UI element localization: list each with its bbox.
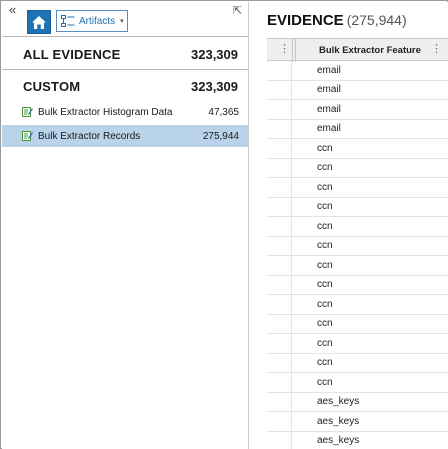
custom-label: CUSTOM — [23, 78, 81, 94]
feature-cell: aes_keys — [317, 415, 360, 427]
table-row[interactable]: ccn — [267, 158, 448, 178]
row-divider — [291, 178, 292, 197]
row-divider — [291, 431, 292, 449]
feature-cell: email — [317, 103, 341, 115]
row-divider — [291, 373, 292, 392]
table-row[interactable]: email — [267, 61, 448, 81]
table-row[interactable]: ccn — [267, 334, 448, 354]
row-divider — [291, 158, 292, 177]
custom-category-row[interactable]: CUSTOM 323,309 — [2, 71, 248, 101]
column-divider — [292, 39, 293, 62]
feature-cell: email — [317, 64, 341, 76]
table-row[interactable]: ccn — [267, 373, 448, 393]
feature-cell: ccn — [317, 181, 333, 193]
table-row[interactable]: ccn — [267, 275, 448, 295]
table-row[interactable]: email — [267, 80, 448, 100]
tree-item-bulk-extractor-records[interactable]: Bulk Extractor Records 275,944 — [2, 125, 248, 147]
artifacts-view-dropdown[interactable]: Artifacts ▾ — [56, 10, 128, 32]
tree-view-icon — [61, 14, 75, 27]
column-menu-icon[interactable]: ⋮ — [431, 43, 442, 55]
table-row[interactable]: aes_keys — [267, 412, 448, 432]
all-evidence-row[interactable]: ALL EVIDENCE 323,309 — [2, 39, 248, 69]
feature-cell: ccn — [317, 142, 333, 154]
row-divider — [291, 314, 292, 333]
pin-icon[interactable]: ⇱ — [233, 4, 242, 17]
feature-cell: email — [317, 84, 341, 96]
row-divider — [291, 275, 292, 294]
tree-item-label: Bulk Extractor Histogram Data — [38, 106, 173, 118]
table-row[interactable]: ccn — [267, 314, 448, 334]
feature-cell: ccn — [317, 298, 333, 310]
column-header-bulk-extractor-feature[interactable]: Bulk Extractor Feature — [319, 45, 421, 56]
all-evidence-count: 323,309 — [191, 46, 238, 62]
evidence-title: EVIDENCE — [267, 12, 344, 29]
feature-cell: ccn — [317, 220, 333, 232]
tree-item-histogram-data[interactable]: Bulk Extractor Histogram Data 47,365 — [2, 101, 248, 123]
column-divider — [295, 39, 296, 62]
row-divider — [291, 353, 292, 372]
feature-cell: ccn — [317, 337, 333, 349]
divider — [2, 36, 248, 37]
evidence-header: EVIDENCE (275,944) — [267, 12, 407, 30]
tree-item-count: 47,365 — [208, 106, 239, 118]
table-row[interactable]: ccn — [267, 178, 448, 198]
edit-note-icon — [22, 107, 33, 117]
artifact-tree-panel: « Artifacts ▾ ⇱ ALL EVIDENCE 323,309 CUS… — [2, 2, 248, 449]
table-row[interactable]: aes_keys — [267, 392, 448, 412]
feature-cell: ccn — [317, 357, 333, 369]
row-divider — [291, 61, 292, 80]
row-divider — [291, 334, 292, 353]
table-row[interactable]: ccn — [267, 217, 448, 237]
home-icon — [32, 15, 46, 29]
feature-cell: ccn — [317, 162, 333, 174]
feature-cell: aes_keys — [317, 435, 360, 447]
feature-cell: ccn — [317, 376, 333, 388]
home-button[interactable] — [27, 10, 51, 34]
row-divider — [291, 139, 292, 158]
table-row[interactable]: ccn — [267, 197, 448, 217]
feature-cell: ccn — [317, 318, 333, 330]
collapse-panel-icon[interactable]: « — [9, 3, 16, 16]
row-divider — [291, 295, 292, 314]
table-row[interactable]: aes_keys — [267, 431, 448, 449]
row-divider — [291, 256, 292, 275]
tree-item-count: 275,944 — [202, 130, 239, 142]
row-divider — [291, 197, 292, 216]
feature-cell: ccn — [317, 240, 333, 252]
row-menu-icon[interactable]: ⋮ — [279, 43, 290, 55]
row-divider — [291, 412, 292, 431]
table-row[interactable]: ccn — [267, 236, 448, 256]
table-row[interactable]: email — [267, 100, 448, 120]
divider — [2, 69, 248, 70]
tree-item-label: Bulk Extractor Records — [38, 130, 141, 142]
custom-count: 323,309 — [191, 78, 238, 94]
app-window: « Artifacts ▾ ⇱ ALL EVIDENCE 323,309 CUS… — [0, 0, 448, 449]
row-divider — [291, 100, 292, 119]
feature-cell: ccn — [317, 259, 333, 271]
row-divider — [291, 236, 292, 255]
table-row[interactable]: email — [267, 119, 448, 139]
row-divider — [291, 80, 292, 99]
row-divider — [291, 217, 292, 236]
table-row[interactable]: ccn — [267, 353, 448, 373]
feature-cell: email — [317, 123, 341, 135]
evidence-panel: EVIDENCE (275,944) ⋮ Bulk Extractor Featu… — [248, 2, 448, 449]
feature-cell: ccn — [317, 279, 333, 291]
artifacts-label: Artifacts — [79, 15, 116, 27]
edit-note-icon — [22, 131, 33, 141]
feature-cell: ccn — [317, 201, 333, 213]
all-evidence-label: ALL EVIDENCE — [23, 46, 121, 62]
table-row[interactable]: ccn — [267, 295, 448, 315]
row-divider — [291, 392, 292, 411]
feature-cell: aes_keys — [317, 396, 360, 408]
row-divider — [291, 119, 292, 138]
evidence-grid: email email email email ccn ccn ccn ccn ccn ccn cc… — [267, 61, 448, 449]
grid-header: ⋮ Bulk Extractor Feature ⋮ — [267, 38, 448, 62]
chevron-down-icon: ▾ — [120, 18, 124, 25]
table-row[interactable]: ccn — [267, 256, 448, 276]
evidence-count: (275,944) — [346, 12, 407, 28]
table-row[interactable]: ccn — [267, 139, 448, 159]
